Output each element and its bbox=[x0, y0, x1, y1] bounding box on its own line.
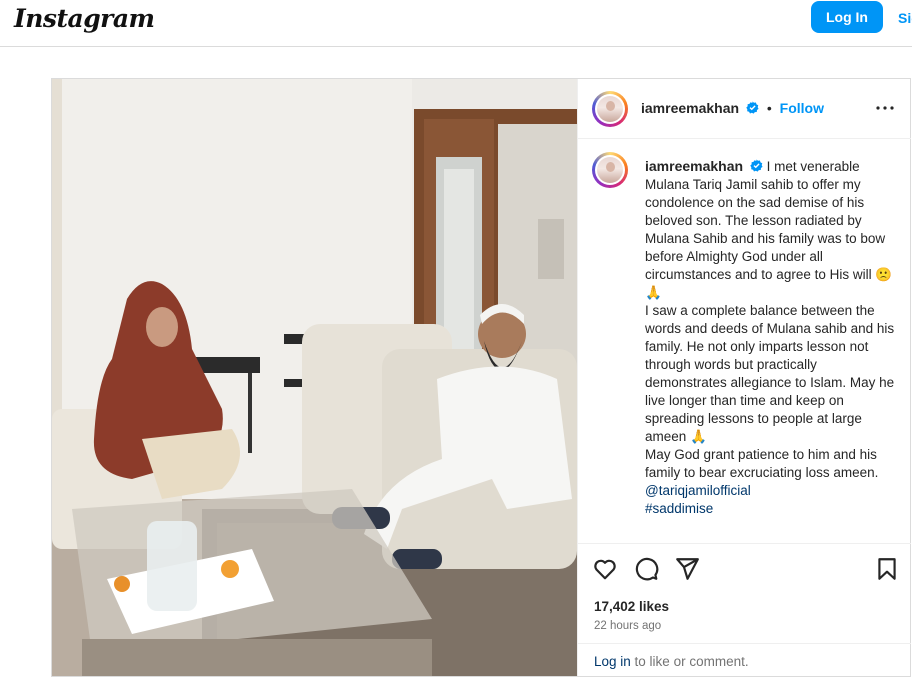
action-bar bbox=[578, 543, 911, 593]
more-icon[interactable] bbox=[875, 98, 895, 118]
hashtag-link[interactable]: #saddimise bbox=[645, 501, 713, 516]
username-link[interactable]: iamreemakhan bbox=[641, 100, 739, 116]
caption-username[interactable]: iamreemakhan bbox=[645, 158, 743, 174]
bookmark-icon[interactable] bbox=[874, 556, 900, 582]
post-card: iamreemakhan • Follow iamreemakhan I met… bbox=[51, 78, 911, 677]
login-prompt-text: to like or comment. bbox=[630, 654, 749, 669]
caption-paragraph-2: I saw a complete balance between the wor… bbox=[645, 303, 895, 444]
likes-count[interactable]: 17,402 likes bbox=[594, 599, 669, 614]
caption-area: iamreemakhan I met venerable Mulana Tari… bbox=[578, 139, 911, 543]
header-user-line: iamreemakhan • Follow bbox=[641, 100, 824, 116]
caption-paragraph-3: May God grant patience to him and his fa… bbox=[645, 447, 879, 480]
login-button[interactable]: Log In bbox=[811, 1, 883, 33]
photo-illustration bbox=[52, 79, 577, 676]
heart-icon[interactable] bbox=[592, 556, 618, 582]
instagram-logo[interactable]: Instagram bbox=[14, 4, 155, 33]
post-sidebar: iamreemakhan • Follow iamreemakhan I met… bbox=[577, 79, 911, 676]
mention-link[interactable]: @tariqjamilofficial bbox=[645, 483, 751, 498]
login-link[interactable]: Log in bbox=[594, 654, 631, 669]
verified-badge-icon bbox=[750, 159, 763, 172]
caption-text: iamreemakhan I met venerable Mulana Tari… bbox=[645, 157, 895, 518]
comment-icon[interactable] bbox=[633, 556, 659, 582]
caption-paragraph-1: I met venerable Mulana Tariq Jamil sahib… bbox=[645, 159, 886, 282]
share-icon[interactable] bbox=[674, 556, 700, 582]
post-header: iamreemakhan • Follow bbox=[578, 79, 911, 139]
post-photo[interactable] bbox=[52, 79, 577, 676]
caption-avatar[interactable] bbox=[592, 152, 628, 188]
avatar[interactable] bbox=[592, 91, 628, 127]
follow-button[interactable]: Follow bbox=[780, 100, 824, 116]
verified-badge-icon bbox=[746, 101, 759, 114]
caption-emoji-2: 🙏 bbox=[690, 429, 707, 444]
top-bar: Instagram Log In Sign Up bbox=[0, 0, 912, 47]
login-prompt: Log in to like or comment. bbox=[578, 643, 911, 676]
post-timestamp[interactable]: 22 hours ago bbox=[594, 620, 661, 632]
separator-dot: • bbox=[766, 100, 772, 116]
signup-link[interactable]: Sign Up bbox=[898, 10, 912, 26]
